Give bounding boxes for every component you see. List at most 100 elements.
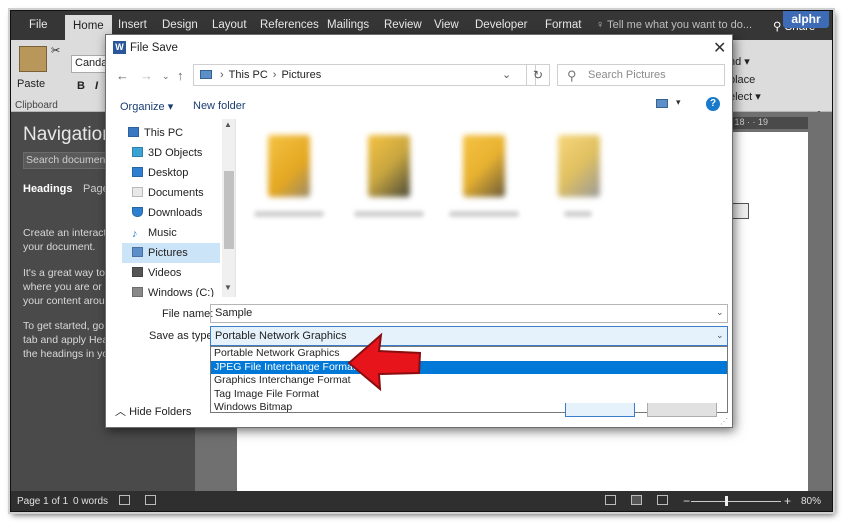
cancel-button[interactable]: [647, 403, 717, 417]
close-icon[interactable]: ✕: [713, 38, 726, 58]
change-view-icon[interactable]: [656, 99, 668, 108]
word-count[interactable]: 0 words: [73, 496, 108, 507]
file-name-dropdown-icon[interactable]: ⌄: [716, 307, 724, 318]
page-count[interactable]: Page 1 of 1: [17, 496, 68, 507]
back-icon[interactable]: ←: [116, 68, 129, 83]
file-thumbnail-label[interactable]: [354, 211, 424, 217]
forward-icon[interactable]: →: [140, 68, 153, 83]
tab-references[interactable]: References: [260, 19, 319, 31]
read-mode-icon[interactable]: [605, 495, 616, 505]
music-icon: ♪: [132, 228, 138, 240]
help-icon[interactable]: ?: [706, 97, 720, 111]
select-button[interactable]: elect ▾: [729, 90, 761, 103]
cut-icon[interactable]: ✂: [51, 44, 60, 57]
zoom-slider-knob[interactable]: [725, 496, 728, 506]
tab-review[interactable]: Review: [384, 19, 422, 31]
tab-design[interactable]: Design: [162, 19, 198, 31]
tell-me-box[interactable]: ♀ Tell me what you want to do...: [596, 19, 752, 31]
tab-file[interactable]: File: [29, 19, 48, 31]
drive-icon: [132, 287, 143, 297]
file-thumbnail-label[interactable]: [564, 211, 592, 217]
alphr-watermark: alphr: [783, 11, 829, 28]
resize-grip-icon[interactable]: ⋰: [720, 417, 728, 426]
scroll-up-icon[interactable]: ▲: [224, 120, 232, 129]
print-layout-icon[interactable]: [631, 495, 642, 505]
italic-button[interactable]: I: [95, 80, 98, 92]
tree-item-label: Music: [148, 227, 177, 239]
file-thumbnail[interactable]: [268, 135, 310, 197]
tree-item-label: Desktop: [148, 167, 189, 179]
tab-mailings[interactable]: Mailings: [327, 19, 369, 31]
option-gif[interactable]: Graphics Interchange Format: [211, 374, 727, 388]
paste-label[interactable]: Paste: [17, 78, 45, 90]
nav-search-input[interactable]: Search document: [23, 152, 113, 169]
zoom-level[interactable]: 80%: [801, 496, 821, 507]
option-tiff[interactable]: Tag Image File Format: [211, 388, 727, 402]
bold-button[interactable]: B: [77, 80, 85, 92]
search-input[interactable]: ⚲ Search Pictures: [557, 64, 725, 86]
tree-item-windows-c[interactable]: Windows (C:): [132, 283, 214, 297]
tab-insert[interactable]: Insert: [118, 19, 147, 31]
zoom-in-icon[interactable]: +: [784, 494, 791, 508]
save-as-type-select[interactable]: Portable Network Graphics: [210, 326, 728, 346]
computer-icon: [128, 127, 139, 137]
search-placeholder: Search Pictures: [588, 69, 666, 81]
organize-button[interactable]: Organize ▾: [120, 100, 173, 113]
zoom-out-icon[interactable]: −: [683, 494, 690, 508]
scroll-down-icon[interactable]: ▼: [224, 283, 232, 292]
nav-help-line: where you are or q: [23, 281, 111, 293]
tree-scrollbar-thumb[interactable]: [224, 171, 234, 249]
macro-icon[interactable]: [145, 495, 156, 505]
tree-item-label: 3D Objects: [148, 147, 203, 159]
tree-item-this-pc[interactable]: This PC: [128, 123, 183, 143]
tree-item-pictures[interactable]: Pictures: [122, 243, 220, 263]
pictures-folder-icon: [200, 70, 212, 79]
clipboard-label: Clipboard: [15, 100, 58, 111]
cube-icon: [132, 147, 143, 157]
file-thumbnail[interactable]: [463, 135, 505, 197]
file-thumbnail-label[interactable]: [449, 211, 519, 217]
breadcrumb-this-pc[interactable]: This PC: [229, 69, 268, 81]
paste-icon[interactable]: [19, 46, 47, 72]
nav-help-line: the headings in you: [23, 348, 115, 360]
tell-me-text: Tell me what you want to do...: [607, 19, 753, 31]
file-thumbnail[interactable]: [368, 135, 410, 197]
file-thumbnail-label[interactable]: [254, 211, 324, 217]
new-folder-button[interactable]: New folder: [193, 100, 246, 112]
nav-tab-headings[interactable]: Headings: [23, 183, 73, 195]
folder-tree: This PC 3D Objects Desktop Documents Dow…: [106, 119, 236, 297]
tab-view[interactable]: View: [434, 19, 459, 31]
save-button[interactable]: [565, 403, 635, 417]
tree-item-music[interactable]: ♪ Music: [132, 223, 177, 243]
tab-developer[interactable]: Developer: [475, 19, 527, 31]
pictures-icon: [132, 247, 143, 257]
hide-folders-label: Hide Folders: [129, 406, 192, 418]
proofing-icon[interactable]: [119, 495, 130, 505]
tree-item-documents[interactable]: Documents: [132, 183, 204, 203]
nav-help-line: It's a great way to k: [23, 267, 114, 279]
refresh-icon[interactable]: ↻: [526, 64, 550, 86]
tree-item-downloads[interactable]: Downloads: [132, 203, 202, 223]
address-dropdown-icon[interactable]: ⌄: [502, 68, 511, 81]
option-png[interactable]: Portable Network Graphics: [211, 347, 727, 361]
file-name-input[interactable]: Sample: [210, 304, 728, 323]
nav-help-line: Create an interactiv: [23, 227, 115, 239]
tree-item-videos[interactable]: Videos: [132, 263, 181, 283]
hide-folders-button[interactable]: ︿ Hide Folders: [115, 403, 191, 419]
view-dropdown-icon[interactable]: ▾: [676, 97, 681, 108]
tree-item-desktop[interactable]: Desktop: [132, 163, 188, 183]
tree-item-3d-objects[interactable]: 3D Objects: [132, 143, 202, 163]
breadcrumb-pictures[interactable]: Pictures: [281, 69, 321, 81]
up-icon[interactable]: ↑: [177, 68, 184, 83]
tab-format[interactable]: Format: [545, 19, 581, 31]
address-bar[interactable]: › This PC › Pictures: [193, 64, 536, 86]
web-layout-icon[interactable]: [657, 495, 668, 505]
save-as-type-dropdown-icon[interactable]: ⌄: [716, 330, 724, 341]
recent-locations-icon[interactable]: ⌄: [162, 71, 170, 82]
tab-layout[interactable]: Layout: [212, 19, 247, 31]
status-bar: Page 1 of 1 0 words − + 80%: [11, 491, 832, 511]
dialog-title: File Save: [130, 42, 178, 54]
option-jpeg[interactable]: JPEG File Interchange Format: [211, 360, 727, 374]
file-thumbnail[interactable]: [558, 135, 600, 197]
zoom-slider[interactable]: [691, 501, 781, 502]
